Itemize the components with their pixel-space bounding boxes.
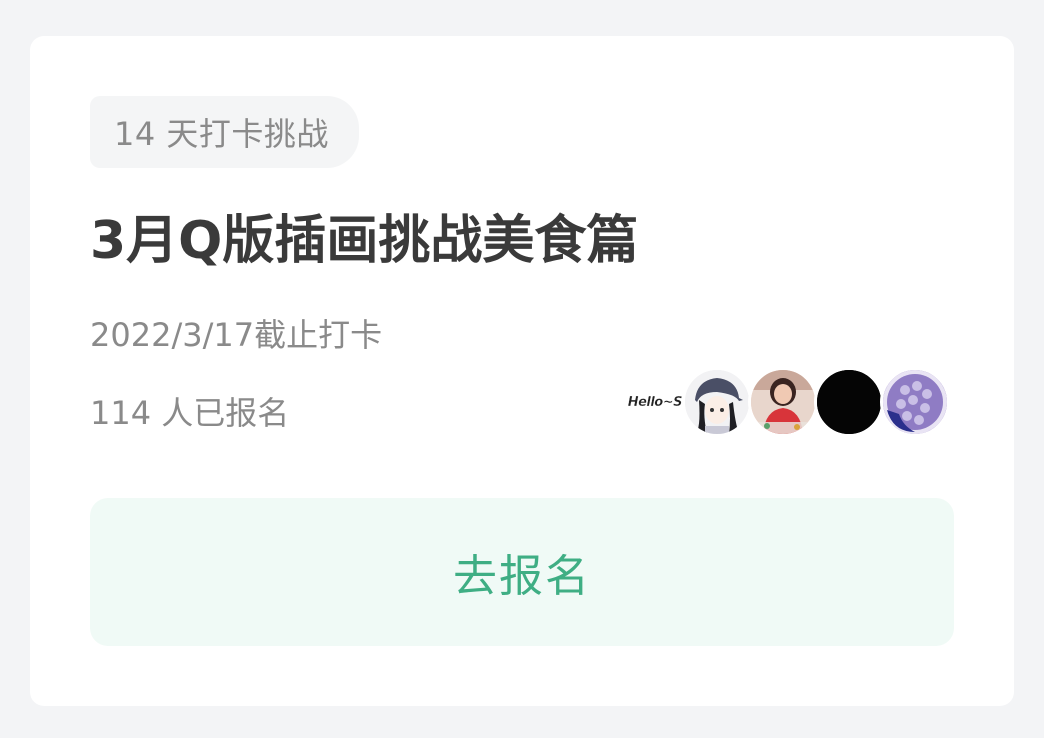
avatar-overlay-text: Hello~S [627,394,683,410]
deadline-text: 2022/3/17截止打卡 [90,316,383,354]
participant-count: 114 人已报名 [90,394,290,432]
join-button[interactable]: 去报名 [90,498,954,646]
avatar-cartoon-girl-cap-icon [685,370,749,434]
participant-avatar-4[interactable] [880,367,950,437]
participant-avatar-3[interactable] [814,367,884,437]
avatar-purple-circles-icon [883,370,947,434]
avatar-person-red-icon [751,370,815,434]
participant-avatar-1[interactable] [682,367,752,437]
challenge-duration-tag: 14 天打卡挑战 [90,96,359,168]
challenge-title: 3月Q版插画挑战美食篇 [90,211,639,271]
avatar-black-icon [817,370,881,434]
challenge-card[interactable]: 14 天打卡挑战 3月Q版插画挑战美食篇 2022/3/17截止打卡 114 人… [30,36,1014,706]
participant-avatar-2[interactable] [748,367,818,437]
participant-avatar-stack[interactable]: Hello~S [627,367,950,437]
